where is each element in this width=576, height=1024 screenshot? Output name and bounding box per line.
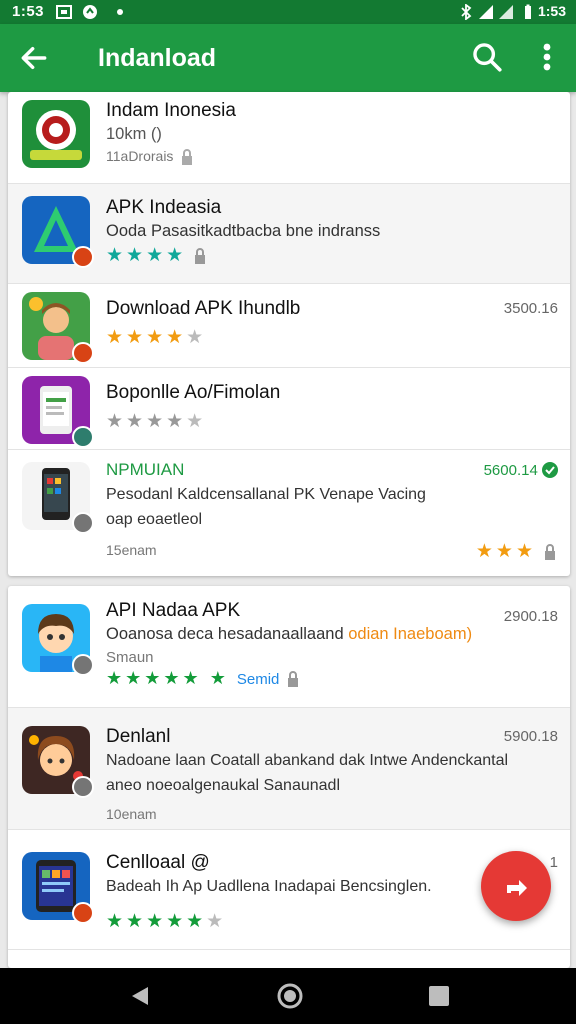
smartphone-icon [22, 462, 94, 534]
badge-icon [72, 246, 94, 268]
circle-notification-icon [83, 5, 97, 19]
lock-icon [545, 544, 555, 560]
list-item[interactable]: Download APK Ihundlb 3500.16 ★★★★★ [8, 284, 570, 368]
tablet-blue-icon [22, 852, 94, 924]
star-rating: ★★★ [476, 540, 558, 563]
bluetooth-icon [461, 4, 472, 20]
item-title: Download APK Ihundlb [106, 298, 301, 319]
item-meta: 10enam [106, 806, 157, 822]
status-bar: 1:53 1:53 [0, 0, 576, 24]
search-icon[interactable] [470, 40, 504, 74]
nav-back-icon[interactable] [128, 984, 152, 1008]
item-price: 5600.14 [484, 462, 558, 479]
item-description: Badeah Ih Ap Uadllena Inadapai Bencsingl… [106, 878, 432, 895]
phone-purple-icon [22, 376, 94, 448]
item-description: Pesodanl Kaldcensallanal PK Venape Vacin… [106, 486, 426, 503]
star-rating: ★★★★★★ [106, 911, 227, 932]
list-item[interactable]: API Nadaa APK 2900.18 Ooanosa deca hesad… [8, 586, 570, 708]
app-bar: Indanload [0, 24, 576, 92]
star-rating: ★★★★★ [106, 327, 207, 348]
share-icon [507, 880, 527, 896]
system-nav-bar [0, 968, 576, 1024]
item-price: 3500.16 [503, 300, 558, 317]
item-meta: 11aDrorais [106, 148, 195, 166]
item-meta: 15enam [106, 542, 157, 558]
rating-label: Semid [236, 671, 280, 688]
list-item[interactable]: APK Indeasia Ooda Pasasitkadtbacba bne i… [8, 184, 570, 284]
dot-notification-icon [117, 9, 123, 15]
floating-action-button[interactable] [481, 851, 551, 921]
more-options-icon[interactable] [534, 40, 560, 74]
item-title: API Nadaa APK [106, 600, 241, 621]
item-price: 5900.18 [503, 728, 558, 745]
item-subtitle: Ooda Pasasitkadtbacba bne indranss [106, 222, 381, 240]
triangle-logo-icon [22, 196, 94, 268]
badge-icon [72, 512, 94, 534]
star-rating: ★★★★★ ★ Semid [106, 668, 301, 689]
list-item[interactable]: Boponlle Ao/Fimolan ★★★★★ [8, 368, 570, 450]
item-subtitle: 10km () [106, 125, 162, 143]
item-title: Indam Inonesia [106, 100, 236, 121]
badge-icon [72, 426, 94, 448]
badge-icon [72, 654, 94, 676]
item-title: Cenlloaal @ [106, 852, 210, 873]
lock-icon [182, 149, 193, 166]
image-notification-icon [56, 5, 72, 19]
list-item[interactable]: NPMUIAN 5600.14 Pesodanl Kaldcensallanal… [8, 450, 570, 576]
status-time: 1:53 [12, 3, 45, 20]
app-logo-seal-icon [22, 100, 90, 168]
item-description: Ooanosa deca hesadanaallaand odian Inaeb… [106, 625, 473, 643]
item-description-line2: oap eoaetleol [106, 511, 203, 528]
item-meta: Smaun [106, 649, 154, 666]
nav-recent-apps-icon[interactable] [429, 986, 449, 1006]
girl-avatar-icon [22, 726, 94, 798]
item-title: NPMUIAN [106, 460, 185, 479]
app-list-card-1: Indam Inonesia 10km () 11aDrorais APK In… [8, 92, 570, 576]
status-right-text: 1:53 [537, 3, 566, 19]
star-rating: ★★★★★ [106, 411, 207, 432]
item-title: Boponlle Ao/Fimolan [106, 382, 281, 403]
lock-icon [288, 671, 299, 688]
lock-icon [195, 248, 206, 264]
badge-icon [72, 776, 94, 798]
wifi-icon [499, 5, 513, 19]
signal-icon [479, 5, 493, 19]
list-item[interactable]: Denlanl 5900.18 Nadoane laan Coatall aba… [8, 708, 570, 830]
battery-icon [525, 4, 531, 19]
boy-avatar-icon [22, 604, 94, 676]
item-description-line2: aneo noeoalgenaukal Sanaunadl [106, 777, 340, 794]
back-arrow-icon[interactable] [18, 42, 50, 74]
item-description: Nadoane laan Coatall abankand dak Intwe … [106, 752, 509, 769]
badge-icon [72, 902, 94, 924]
nav-home-icon[interactable] [276, 982, 304, 1010]
page-title: Indanload [98, 44, 217, 72]
item-title: APK Indeasia [106, 197, 222, 218]
list-item[interactable]: Indam Inonesia 10km () 11aDrorais [8, 92, 570, 184]
badge-icon [72, 342, 94, 364]
item-title: Denlanl [106, 726, 171, 747]
character-avatar-icon [22, 292, 94, 364]
check-circle-icon [542, 462, 558, 478]
star-rating: ★★★★ [106, 244, 208, 267]
item-price: 2900.18 [503, 608, 558, 625]
